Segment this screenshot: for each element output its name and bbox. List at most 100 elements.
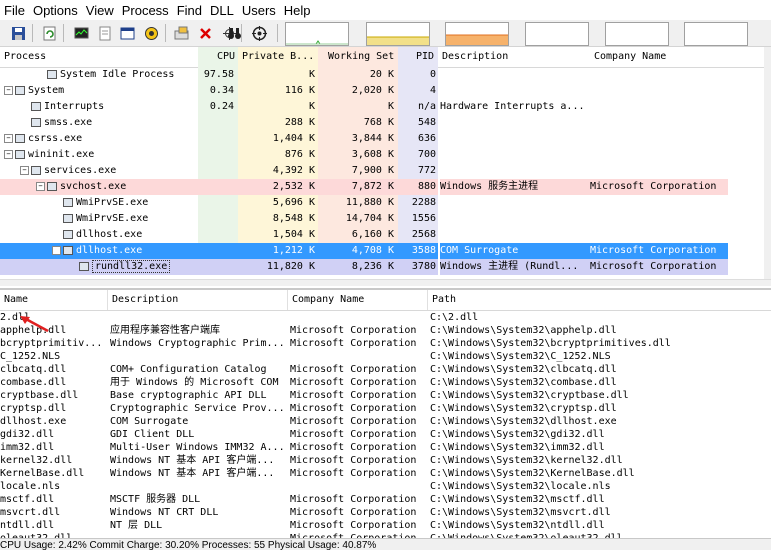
dll-col-company[interactable]: Company Name [288,290,428,310]
dll-row[interactable]: dllhost.exe COM Surrogate Microsoft Corpor… [0,415,771,428]
target-icon[interactable] [250,24,268,42]
system-info-icon[interactable] [72,24,90,42]
process-row[interactable]: WmiPrvSE.exe 8,548 K 14,704 K 1556 [0,211,764,227]
menu-help[interactable]: Help [280,0,315,20]
dll-desc [110,311,286,324]
process-row[interactable]: rundll32.exe 11,820 K 8,236 K 3780 Windows 主… [0,259,764,275]
dll-path: C:\2.dll [430,312,479,323]
col-private-bytes[interactable]: Private B... [238,47,318,67]
window-icon[interactable] [118,24,136,42]
dll-path: C:\Windows\System32\apphelp.dll [430,325,617,336]
dll-row[interactable]: 2.dll C:\2.dll [0,311,771,324]
dll-row[interactable]: msctf.dll MSCTF 服务器 DLL Microsoft Corporat… [0,493,771,506]
dll-row[interactable]: cryptsp.dll Cryptographic Service Prov...… [0,402,771,415]
process-row[interactable]: − wininit.exe 876 K 3,608 K 700 [0,147,764,163]
process-icon [63,213,73,223]
process-description [440,195,590,211]
dll-row[interactable]: apphelp.dll 应用程序兼容性客户端库 Microsoft Corporat… [0,324,771,337]
dll-row[interactable]: C_1252.NLS C:\Windows\System32\C_1252.NLS [0,350,771,363]
process-row[interactable]: System Idle Process 97.58 K 20 K0 [0,67,764,83]
process-cpu [198,227,238,243]
process-private-bytes: 876 K [238,147,318,163]
dll-path: C:\Windows\System32\KernelBase.dll [430,468,635,479]
process-row[interactable]: Interrupts 0.24 K Kn/a Hardware Interrupts a… [0,99,764,115]
process-vscrollbar[interactable] [764,47,771,279]
menu-options[interactable]: Options [29,0,82,20]
process-row[interactable]: WmiPrvSE.exe 5,696 K 11,880 K 2288 [0,195,764,211]
process-cpu [198,179,238,195]
menu-dll[interactable]: DLL [206,0,238,20]
kill-icon[interactable] [196,24,214,42]
dll-company: Microsoft Corporation [290,338,417,349]
col-cpu[interactable]: CPU [198,47,238,67]
menu-view[interactable]: View [82,0,118,20]
properties-icon[interactable] [95,24,113,42]
process-row[interactable]: − services.exe 4,392 K 7,900 K 772 [0,163,764,179]
dll-row[interactable]: clbcatq.dll COM+ Configuration Catalog Mic… [0,363,771,376]
options-icon[interactable] [172,24,190,42]
process-name: csrss.exe [28,133,83,144]
dll-desc: Windows NT CRT DLL [110,507,219,518]
menu-file[interactable]: File [0,0,29,20]
dll-name: dllhost.exe [0,416,67,427]
tree-collapse-icon[interactable]: − [4,85,13,95]
process-row[interactable]: − csrss.exe 1,404 K 3,844 K 636 [0,131,764,147]
process-icon [31,101,41,111]
cpu-graph[interactable] [285,22,349,46]
tree-collapse-icon[interactable]: − [52,245,61,255]
process-pid: 3780 [398,259,438,275]
col-pid[interactable]: PID [398,47,438,67]
process-row[interactable]: − dllhost.exe 1,212 K 4,708 K 3588 COM Surrog… [0,243,764,259]
dll-row[interactable]: locale.nls C:\Windows\System32\locale.nls [0,480,771,493]
tree-collapse-icon[interactable]: − [20,165,29,175]
dll-row[interactable]: msvcrt.dll Windows NT CRT DLL Microsoft Co… [0,506,771,519]
dll-row[interactable]: combase.dll 用于 Windows 的 Microsoft COM Mic… [0,376,771,389]
save-icon[interactable] [9,24,27,42]
tree-collapse-icon[interactable]: − [4,149,13,159]
col-process[interactable]: Process [0,47,198,67]
cpu-icon[interactable] [142,24,160,42]
dll-row[interactable]: cryptbase.dll Base cryptographic API DLL M… [0,389,771,402]
tree-collapse-icon[interactable]: − [4,133,13,143]
process-row[interactable]: − svchost.exe 2,532 K 7,872 K 880 Windows 服务主… [0,179,764,195]
refresh-icon[interactable] [40,24,58,42]
dll-row[interactable]: ntdll.dll NT 层 DLL Microsoft Corporation C:… [0,519,771,532]
process-row[interactable]: dllhost.exe 1,504 K 6,160 K 2568 [0,227,764,243]
dll-path: C:\Windows\System32\kernel32.dll [430,455,623,466]
process-company [590,99,728,115]
tree-collapse-icon[interactable]: − [36,181,45,191]
col-description[interactable]: Description [438,47,590,67]
dll-row[interactable]: imm32.dll Multi-User Windows IMM32 A... Mi… [0,441,771,454]
network-graph[interactable] [525,22,589,46]
dll-row[interactable]: KernelBase.dll Windows NT 基本 API 客户端... Mi… [0,467,771,480]
dll-col-path[interactable]: Path [428,290,771,310]
binoculars-icon[interactable] [225,24,243,42]
commit-graph[interactable] [366,22,430,46]
menu-users[interactable]: Users [238,0,280,20]
io-graph[interactable] [445,22,509,46]
dll-name: ntdll.dll [0,520,55,531]
dll-row[interactable]: bcryptprimitiv... Windows Cryptographic P… [0,337,771,350]
dll-company: Microsoft Corporation [290,429,417,440]
disk-graph[interactable] [605,22,669,46]
process-name-cell: System Idle Process [0,67,198,83]
menu-process[interactable]: Process [118,0,173,20]
dll-row[interactable]: gdi32.dll GDI Client DLL Microsoft Corpora… [0,428,771,441]
process-pid: 772 [398,163,438,179]
dll-row[interactable]: kernel32.dll Windows NT 基本 API 客户端... Micr… [0,454,771,467]
menu-find[interactable]: Find [173,0,206,20]
process-cpu [198,259,238,275]
process-name: dllhost.exe [76,229,143,240]
col-company[interactable]: Company Name [590,47,730,67]
dll-desc: Windows NT 基本 API 客户端... [110,468,275,479]
process-description [440,163,590,179]
process-working-set: 14,704 K [318,211,398,227]
dll-col-name[interactable]: Name [0,290,108,310]
process-row[interactable]: smss.exe 288 K 768 K 548 [0,115,764,131]
process-hscrollbar[interactable] [0,279,771,286]
process-name-cell: − System [0,83,198,99]
process-row[interactable]: − System 0.34 116 K 2,020 K4 [0,83,764,99]
dll-col-description[interactable]: Description [108,290,288,310]
col-working-set[interactable]: Working Set [318,47,398,67]
gpu-graph[interactable] [684,22,748,46]
